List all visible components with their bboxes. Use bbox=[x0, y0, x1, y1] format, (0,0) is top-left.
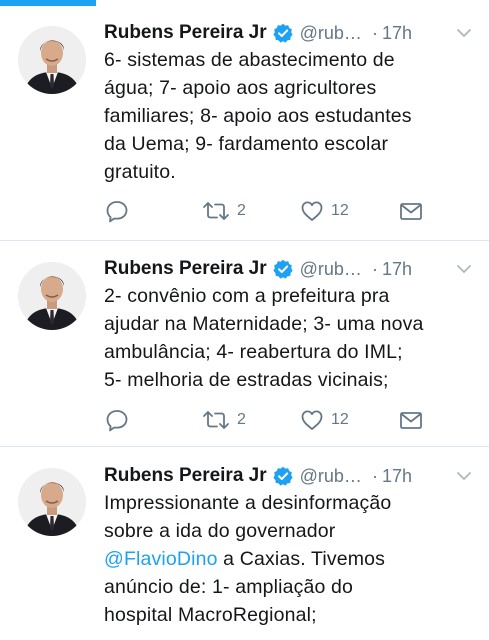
retweet-count: 2 bbox=[237, 411, 246, 428]
tweet-text-line: @FlavioDino a Caxias. Tivemos bbox=[104, 545, 474, 573]
tweet-text-line: ajudar na Maternidade; 3- uma nova bbox=[104, 313, 424, 335]
retweet-icon bbox=[203, 411, 229, 429]
like-button[interactable]: 12 bbox=[299, 196, 349, 226]
retweet-button[interactable]: 2 bbox=[201, 196, 246, 226]
chevron-down-icon[interactable] bbox=[455, 24, 473, 42]
tweet[interactable]: Rubens Pereira Jr @rub… · 17h Impression… bbox=[0, 447, 489, 640]
author-name[interactable]: Rubens Pereira Jr bbox=[104, 258, 267, 280]
reply-icon bbox=[106, 201, 128, 223]
verified-badge-icon bbox=[273, 23, 293, 43]
tweet-text-line: ambulância; 4- reabertura do IML; bbox=[104, 341, 403, 363]
tweet-text: Impressionante a desinformação sobre a i… bbox=[104, 489, 474, 629]
like-button[interactable]: 12 bbox=[299, 405, 349, 435]
direct-message-button[interactable] bbox=[398, 196, 424, 226]
tweet-text: 2- convênio com a prefeitura pra ajudar … bbox=[104, 282, 474, 394]
like-count: 12 bbox=[331, 202, 349, 219]
heart-icon bbox=[301, 410, 323, 430]
verified-badge-icon bbox=[273, 259, 293, 279]
tweet-text-line: hospital MacroRegional; bbox=[104, 604, 317, 626]
timestamp[interactable]: 17h bbox=[382, 259, 412, 280]
chevron-down-icon[interactable] bbox=[455, 260, 473, 278]
heart-icon bbox=[301, 201, 323, 221]
tweet-text-line: Impressionante a desinformação bbox=[104, 492, 392, 514]
timestamp[interactable]: 17h bbox=[382, 466, 412, 487]
retweet-button[interactable]: 2 bbox=[201, 405, 246, 435]
tweet-text-line: 5- melhoria de estradas vicinais; bbox=[104, 369, 389, 391]
tweet-text-line: gratuito. bbox=[104, 161, 176, 183]
author-handle[interactable]: @rub… bbox=[300, 259, 362, 280]
avatar-portrait-icon bbox=[18, 26, 86, 94]
tweet-text-line: 6- sistemas de abastecimento de bbox=[104, 49, 395, 71]
tweet[interactable]: Rubens Pereira Jr @rub… · 17h 2- convêni… bbox=[0, 241, 489, 447]
tweet-text-line: 2- convênio com a prefeitura pra bbox=[104, 285, 390, 307]
tweet-text: 6- sistemas de abastecimento de água; 7-… bbox=[104, 46, 474, 186]
author-handle[interactable]: @rub… bbox=[300, 23, 362, 44]
retweet-icon bbox=[203, 202, 229, 220]
tweet-text-line: sobre a ida do governador bbox=[104, 520, 336, 542]
author-name[interactable]: Rubens Pereira Jr bbox=[104, 465, 267, 487]
avatar[interactable] bbox=[18, 262, 86, 330]
avatar-portrait-icon bbox=[18, 468, 86, 536]
tweet-header: Rubens Pereira Jr @rub… · 17h bbox=[104, 463, 475, 489]
separator-dot: · bbox=[371, 258, 378, 279]
chevron-down-icon[interactable] bbox=[455, 467, 473, 485]
avatar[interactable] bbox=[18, 26, 86, 94]
reply-button[interactable] bbox=[104, 196, 130, 226]
avatar-portrait-icon bbox=[18, 262, 86, 330]
envelope-icon bbox=[400, 203, 422, 220]
avatar[interactable] bbox=[18, 468, 86, 536]
verified-badge-icon bbox=[273, 466, 293, 486]
tweet-actions: 2 12 bbox=[104, 405, 434, 435]
separator-dot: · bbox=[371, 22, 378, 43]
tweet-actions: 2 12 bbox=[104, 196, 434, 226]
tweet-text-line: da Uema; 9- fardamento escolar bbox=[104, 133, 389, 155]
tweet-header: Rubens Pereira Jr @rub… · 17h bbox=[104, 20, 475, 46]
retweet-count: 2 bbox=[237, 202, 246, 219]
author-name[interactable]: Rubens Pereira Jr bbox=[104, 22, 267, 44]
direct-message-button[interactable] bbox=[398, 405, 424, 435]
author-handle[interactable]: @rub… bbox=[300, 466, 362, 487]
tweet-text-line: água; 7- apoio aos agricultores bbox=[104, 77, 377, 99]
tweet-text-line: familiares; 8- apoio aos estudantes bbox=[104, 105, 412, 127]
reply-icon bbox=[106, 410, 128, 432]
tweet-header: Rubens Pereira Jr @rub… · 17h bbox=[104, 256, 475, 282]
envelope-icon bbox=[400, 412, 422, 429]
reply-button[interactable] bbox=[104, 405, 130, 435]
mention-link[interactable]: @FlavioDino bbox=[104, 548, 218, 570]
like-count: 12 bbox=[331, 411, 349, 428]
tweet[interactable]: Rubens Pereira Jr @rub… · 17h 6- sistema… bbox=[0, 0, 489, 241]
separator-dot: · bbox=[371, 465, 378, 486]
tweet-text-fragment: a Caxias. Tivemos bbox=[223, 548, 386, 570]
timestamp[interactable]: 17h bbox=[382, 23, 412, 44]
tweet-text-line: anúncio de: 1- ampliação do bbox=[104, 576, 354, 598]
